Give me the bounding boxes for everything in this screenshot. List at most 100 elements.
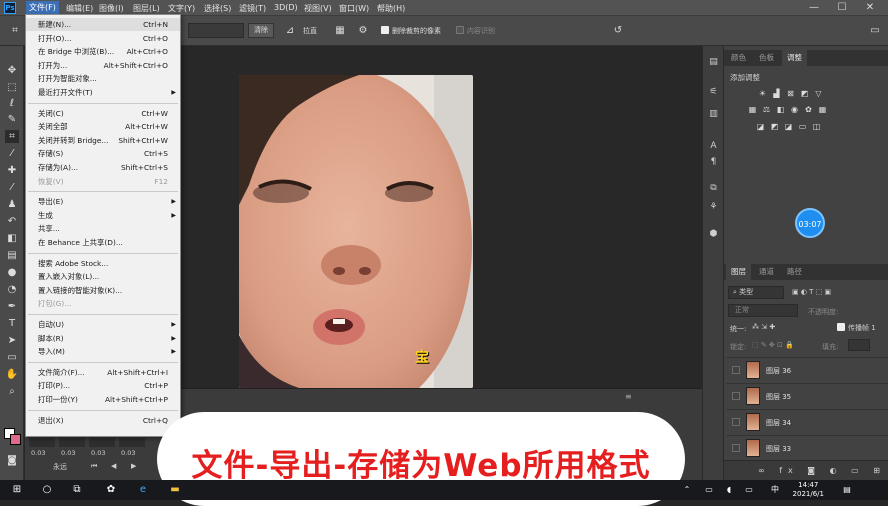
clone-source-icon[interactable]: ⧉ (707, 182, 720, 195)
menu-3d[interactable]: 3D(D) (274, 3, 298, 12)
network-icon[interactable]: ▭ (702, 483, 716, 497)
selective-color-icon[interactable]: ◫ (812, 122, 821, 131)
crop-tool-icon[interactable]: ⌗ (5, 130, 19, 143)
menu-image[interactable]: 图像(I) (99, 3, 124, 14)
curves-icon[interactable]: ⊠ (786, 89, 795, 98)
ratio-field[interactable] (188, 23, 244, 38)
timeline-menu-icon[interactable]: ≡ (625, 392, 632, 401)
history-panel-icon[interactable]: ▤ (707, 56, 720, 69)
history-brush-icon[interactable]: ↶ (5, 215, 19, 228)
layer-name[interactable]: 图层 34 (766, 418, 791, 428)
visibility-toggle[interactable] (732, 366, 740, 374)
pen-tool-icon[interactable]: ✒ (5, 300, 19, 313)
channel-mixer-icon[interactable]: ✿ (804, 105, 813, 114)
file-menu-item[interactable]: 搜索 Adobe Stock... (26, 257, 180, 270)
exposure-icon[interactable]: ◩ (800, 89, 809, 98)
file-menu-item[interactable]: 退出(X) Ctrl+Q (26, 414, 180, 427)
frame-delay[interactable]: 0.03 (61, 449, 75, 457)
crop-settings-gear-icon[interactable]: ⚙ (356, 24, 370, 37)
3d-panel-icon[interactable]: ⬢ (707, 228, 720, 241)
file-menu-item[interactable]: 在 Behance 上共享(D)... (26, 236, 180, 249)
threshold-icon[interactable]: ◪ (784, 122, 793, 131)
file-menu-item[interactable]: 关闭全部 Alt+Ctrl+W (26, 120, 180, 133)
file-menu-item[interactable]: 导入(M) ▶ (26, 345, 180, 358)
file-menu-item[interactable]: 打印一份(Y) Alt+Shift+Ctrl+P (26, 393, 180, 406)
loop-select[interactable]: 永远 (53, 462, 67, 472)
eyedropper-tool-icon[interactable]: ⁄ (5, 147, 19, 160)
blend-mode-select[interactable]: 正常 (728, 304, 798, 317)
dodge-tool-icon[interactable]: ◔ (5, 283, 19, 296)
workspace-icon[interactable]: ▭ (868, 24, 882, 37)
properties-panel-icon[interactable]: ⚟ (707, 86, 720, 99)
file-menu-item[interactable]: 共享... (26, 222, 180, 235)
layer-name[interactable]: 图层 33 (766, 444, 791, 454)
file-menu-item[interactable]: 新建(N)... Ctrl+N (26, 18, 180, 31)
lasso-tool-icon[interactable]: ℓ (5, 97, 19, 110)
color-lookup-icon[interactable]: ▦ (818, 105, 827, 114)
layer-name[interactable]: 图层 35 (766, 392, 791, 402)
system-clock[interactable]: 14:47 2021/6/1 (793, 481, 824, 499)
eraser-tool-icon[interactable]: ◧ (5, 232, 19, 245)
frame-thumb[interactable] (59, 438, 85, 447)
clone-stamp-icon[interactable]: ♟ (5, 198, 19, 211)
character-panel-icon[interactable]: A (707, 140, 720, 153)
menu-type[interactable]: 文字(Y) (168, 3, 195, 14)
menu-select[interactable]: 选择(S) (204, 3, 231, 14)
gradient-tool-icon[interactable]: ▤ (5, 249, 19, 262)
overlay-grid-icon[interactable]: ▦ (333, 24, 347, 37)
blur-tool-icon[interactable]: ● (5, 266, 19, 279)
file-menu-item[interactable]: 导出(E) ▶ (26, 195, 180, 208)
play-icon[interactable]: ▶ (131, 462, 136, 470)
filter-icons[interactable]: ▣ ◐ T ⬚ ▣ (792, 288, 831, 296)
visibility-toggle[interactable] (732, 418, 740, 426)
file-menu-item[interactable]: 置入嵌入对象(L)... (26, 270, 180, 283)
edge-browser-icon[interactable]: e (136, 483, 150, 497)
frame-thumb[interactable] (119, 438, 145, 447)
layer-row[interactable]: 图层 35 (726, 383, 888, 408)
pinned-app-icon[interactable]: ✿ (104, 483, 118, 497)
crop-tool-options-icon[interactable]: ⌗ (8, 24, 22, 37)
menu-layer[interactable]: 图层(L) (133, 3, 160, 14)
tab-swatches[interactable]: 色板 (754, 50, 779, 66)
libraries-panel-icon[interactable]: ▥ (707, 108, 720, 121)
frame-thumb[interactable] (29, 438, 55, 447)
tab-paths[interactable]: 路径 (782, 264, 807, 280)
file-explorer-icon[interactable]: ▬ (168, 483, 182, 497)
brush-tool-icon[interactable]: ⁄ (5, 181, 19, 194)
hue-sat-icon[interactable]: ▦ (748, 105, 757, 114)
vibrance-icon[interactable]: ▽ (814, 89, 823, 98)
delete-cropped-pixels-checkbox[interactable]: 删除裁剪的像素 (381, 26, 441, 36)
unify-icons[interactable]: ⁂ ⇲ ✚ (752, 323, 775, 331)
tab-color[interactable]: 颜色 (726, 50, 751, 66)
layer-row[interactable]: 图层 34 (726, 409, 888, 434)
menu-view[interactable]: 视图(V) (304, 3, 332, 14)
hand-tool-icon[interactable]: ✋ (5, 368, 19, 381)
menu-window[interactable]: 窗口(W) (339, 3, 369, 14)
clear-button[interactable]: 清除 (248, 23, 274, 38)
tab-layers[interactable]: 图层 (726, 264, 751, 280)
gradient-map-icon[interactable]: ▭ (798, 122, 807, 131)
file-menu-item[interactable]: 打印(P)... Ctrl+P (26, 379, 180, 392)
levels-icon[interactable]: ▟ (772, 89, 781, 98)
layer-name[interactable]: 图层 36 (766, 366, 791, 376)
straighten-icon[interactable]: ⊿ (283, 24, 297, 37)
close-icon[interactable]: ✕ (856, 1, 884, 15)
file-menu-item[interactable]: 关闭并转到 Bridge... Shift+Ctrl+W (26, 134, 180, 147)
file-menu-item[interactable]: 最近打开文件(T) ▶ (26, 86, 180, 99)
maximize-icon[interactable]: ☐ (828, 1, 856, 15)
brush-settings-icon[interactable]: ⚘ (707, 201, 720, 214)
file-menu-item[interactable]: 脚本(R) ▶ (26, 332, 180, 345)
file-menu-item[interactable]: 生成 ▶ (26, 209, 180, 222)
file-menu-item[interactable]: 置入链接的智能对象(K)... (26, 284, 180, 297)
content-aware-checkbox[interactable]: 内容识别 (456, 26, 495, 36)
quick-mask-icon[interactable]: ◙ (5, 454, 19, 467)
windows-start-icon[interactable]: ⊞ (10, 483, 24, 497)
search-icon[interactable]: ○ (40, 483, 54, 497)
first-frame-icon[interactable]: ⏮ (91, 462, 97, 471)
frame-delay[interactable]: 0.03 (121, 449, 135, 457)
path-select-icon[interactable]: ➤ (5, 334, 19, 347)
file-menu-item[interactable]: 在 Bridge 中浏览(B)... Alt+Ctrl+O (26, 45, 180, 58)
invert-icon[interactable]: ◪ (756, 122, 765, 131)
menu-edit[interactable]: 编辑(E) (66, 3, 93, 14)
file-menu-item[interactable]: 打开(O)... Ctrl+O (26, 32, 180, 45)
